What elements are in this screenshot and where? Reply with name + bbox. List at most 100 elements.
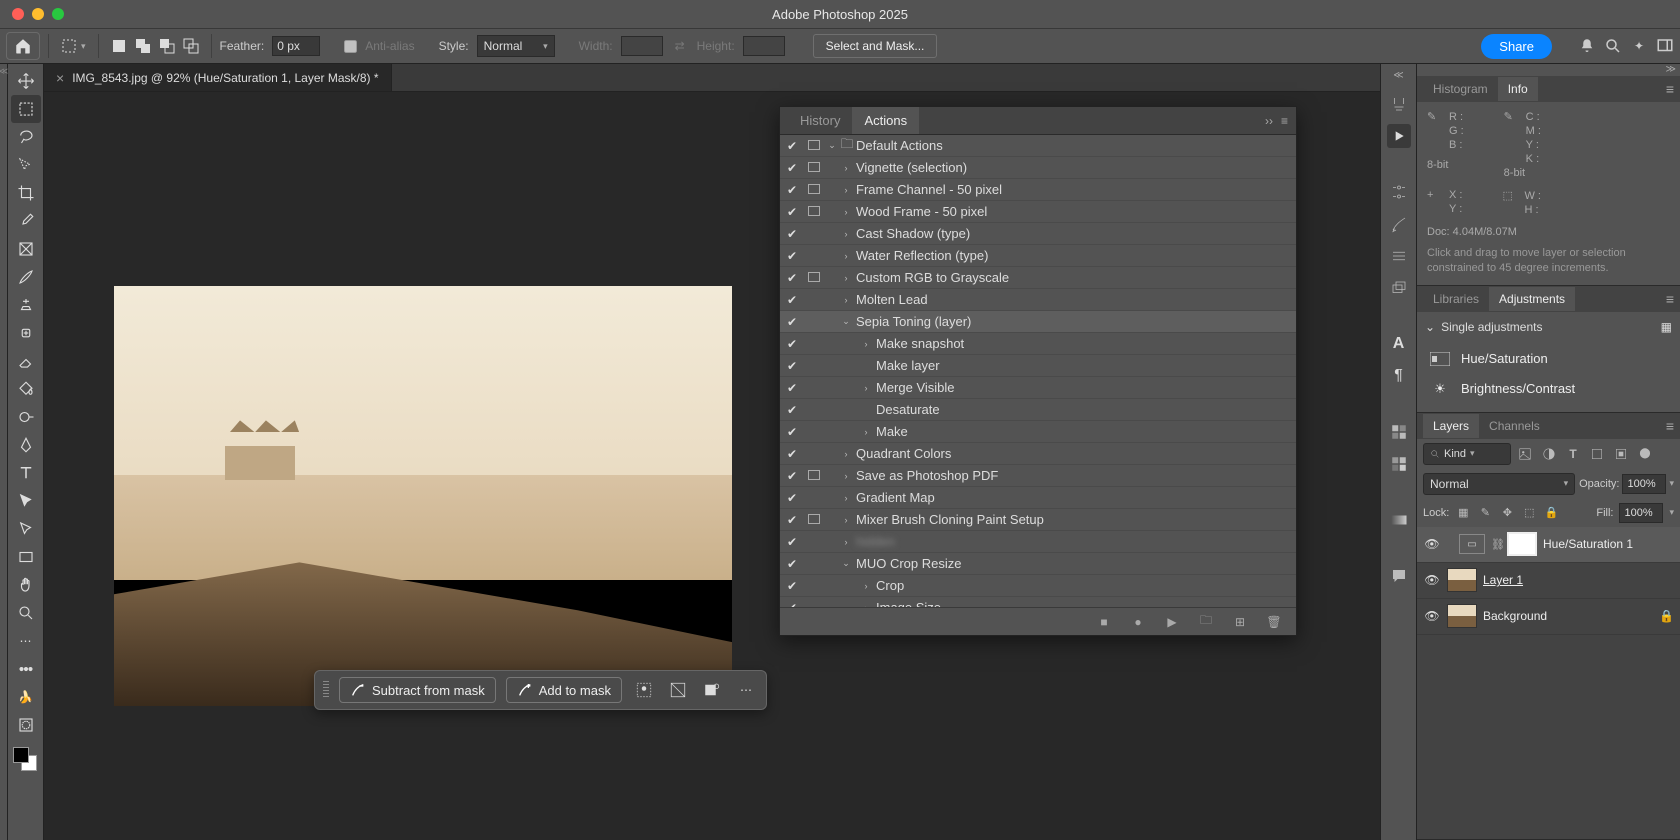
action-row[interactable]: ✔›Crop <box>780 575 1296 597</box>
expand-icon[interactable]: › <box>838 229 854 239</box>
move-tool[interactable] <box>11 67 41 95</box>
action-row[interactable]: ✔›Make snapshot <box>780 333 1296 355</box>
action-row[interactable]: ✔›Water Reflection (type) <box>780 245 1296 267</box>
expand-icon[interactable]: › <box>838 449 854 459</box>
lock-all-icon[interactable]: 🔒 <box>1543 506 1559 519</box>
direct-select-tool[interactable] <box>11 515 41 543</box>
actions-list[interactable]: ✔ ⌄ 🗀 Default Actions ✔›Vignette (select… <box>780 135 1296 607</box>
link-icon[interactable]: ⛓ <box>1491 538 1501 551</box>
crop-tool[interactable] <box>11 179 41 207</box>
tab-adjustments[interactable]: Adjustments <box>1489 287 1575 311</box>
lock-transparency-icon[interactable]: ▦ <box>1455 506 1471 519</box>
workspace-icon[interactable] <box>1656 37 1674 55</box>
comments-panel-icon[interactable] <box>1387 564 1411 588</box>
adjustment-hue-saturation[interactable]: Hue/Saturation <box>1425 344 1672 374</box>
expand-icon[interactable]: › <box>838 493 854 503</box>
adjustment-brightness-contrast[interactable]: ☀ Brightness/Contrast <box>1425 374 1672 404</box>
expand-icon[interactable]: ⌄ <box>838 558 854 569</box>
properties-panel-icon[interactable] <box>1387 244 1411 268</box>
action-row[interactable]: ✔Desaturate <box>780 399 1296 421</box>
expand-icon[interactable]: › <box>838 185 854 195</box>
tab-libraries[interactable]: Libraries <box>1423 287 1489 311</box>
layer-row[interactable]: 👁 ▭ ⛓ Hue/Saturation 1 <box>1417 527 1680 563</box>
close-tab-icon[interactable]: × <box>56 70 64 86</box>
lock-image-icon[interactable]: ✎ <box>1477 506 1493 519</box>
action-row[interactable]: ✔›Vignette (selection) <box>780 157 1296 179</box>
type-tool[interactable] <box>11 459 41 487</box>
paint-bucket-tool[interactable] <box>11 375 41 403</box>
style-select[interactable]: Normal▾ <box>477 35 555 57</box>
layer-thumb[interactable] <box>1447 604 1477 628</box>
mask-options-icon[interactable] <box>700 678 724 702</box>
minimize-window-icon[interactable] <box>32 8 44 20</box>
share-button[interactable]: Share <box>1481 34 1552 59</box>
path-select-tool[interactable] <box>11 487 41 515</box>
play-action-icon[interactable]: ▶ <box>1164 615 1180 629</box>
expand-icon[interactable]: › <box>838 273 854 283</box>
dodge-tool[interactable] <box>11 403 41 431</box>
subtract-from-selection-icon[interactable] <box>155 34 179 58</box>
layer-row[interactable]: 👁 Background 🔒 <box>1417 599 1680 635</box>
expand-icon[interactable]: › <box>838 295 854 305</box>
expand-icon[interactable]: › <box>838 471 854 481</box>
quick-select-tool[interactable] <box>11 151 41 179</box>
eyedropper-tool[interactable] <box>11 207 41 235</box>
left-collapse-strip[interactable]: ≪ <box>0 64 8 840</box>
rail-collapse-icon[interactable]: ≪ <box>1390 70 1408 80</box>
play-panel-icon[interactable] <box>1387 124 1411 148</box>
visibility-icon[interactable]: 👁 <box>1423 537 1441 551</box>
more-options-icon[interactable]: ⋯ <box>734 678 758 702</box>
mask-thumb[interactable] <box>1507 532 1537 556</box>
lock-position-icon[interactable]: ✥ <box>1499 506 1515 519</box>
expand-icon[interactable]: › <box>858 383 874 393</box>
blend-mode-select[interactable]: Normal▾ <box>1423 473 1575 495</box>
new-selection-icon[interactable] <box>107 34 131 58</box>
hand-tool[interactable] <box>11 571 41 599</box>
action-row[interactable]: ✔›Merge Visible <box>780 377 1296 399</box>
swatches-panel-icon[interactable] <box>1387 420 1411 444</box>
adjustments-header[interactable]: ⌄ Single adjustments ▦ <box>1425 320 1672 334</box>
action-row[interactable]: ✔›Cast Shadow (type) <box>780 223 1296 245</box>
action-row[interactable]: ✔Make layer <box>780 355 1296 377</box>
home-button[interactable] <box>6 32 40 60</box>
expand-icon[interactable]: › <box>858 581 874 591</box>
filter-image-icon[interactable] <box>1515 444 1535 464</box>
filter-type-icon[interactable]: T <box>1563 444 1583 464</box>
more-tools-icon[interactable]: ⋯ <box>11 627 41 655</box>
expand-icon[interactable]: › <box>838 163 854 173</box>
invert-mask-icon[interactable] <box>666 678 690 702</box>
gradients-panel-icon[interactable] <box>1387 452 1411 476</box>
modify-panel-icon[interactable] <box>1387 180 1411 204</box>
expand-icon[interactable]: › <box>858 339 874 349</box>
contextual-task-bar[interactable]: Subtract from mask Add to mask ⋯ <box>314 670 767 710</box>
opacity-input[interactable]: 100% <box>1622 474 1666 494</box>
new-action-icon[interactable]: ⊞ <box>1232 615 1248 629</box>
swap-dimensions-icon[interactable]: ⇄ <box>671 37 689 55</box>
search-icon[interactable] <box>1604 37 1622 55</box>
action-row[interactable]: ✔›Save as Photoshop PDF <box>780 465 1296 487</box>
add-to-mask-button[interactable]: Add to mask <box>506 677 622 703</box>
foreground-color-swatch[interactable] <box>13 747 29 763</box>
tab-history[interactable]: History <box>788 107 852 134</box>
fill-input[interactable]: 100% <box>1619 503 1663 523</box>
banana-tool-icon[interactable]: 🍌 <box>11 683 41 711</box>
filter-shape-icon[interactable] <box>1587 444 1607 464</box>
select-and-mask-button[interactable]: Select and Mask... <box>813 34 938 58</box>
brush-settings-icon[interactable] <box>1387 92 1411 116</box>
stop-action-icon[interactable]: ■ <box>1096 615 1112 629</box>
eraser-tool[interactable] <box>11 347 41 375</box>
panel-menu-icon[interactable]: ≡ <box>1666 81 1680 97</box>
close-window-icon[interactable] <box>12 8 24 20</box>
action-row[interactable]: ✔›Custom RGB to Grayscale <box>780 267 1296 289</box>
tab-histogram[interactable]: Histogram <box>1423 77 1498 101</box>
color-swatches[interactable] <box>11 745 41 775</box>
filter-adjustment-icon[interactable] <box>1539 444 1559 464</box>
quick-mask-icon[interactable] <box>11 711 41 739</box>
action-row[interactable]: ✔⌄Sepia Toning (layer) <box>780 311 1296 333</box>
intersect-selection-icon[interactable] <box>179 34 203 58</box>
layer-name[interactable]: Layer 1 <box>1483 573 1523 587</box>
action-row[interactable]: ✔⌄MUO Crop Resize <box>780 553 1296 575</box>
document-tab[interactable]: × IMG_8543.jpg @ 92% (Hue/Saturation 1, … <box>44 64 392 91</box>
maximize-window-icon[interactable] <box>52 8 64 20</box>
layer-name[interactable]: Background <box>1483 609 1547 623</box>
